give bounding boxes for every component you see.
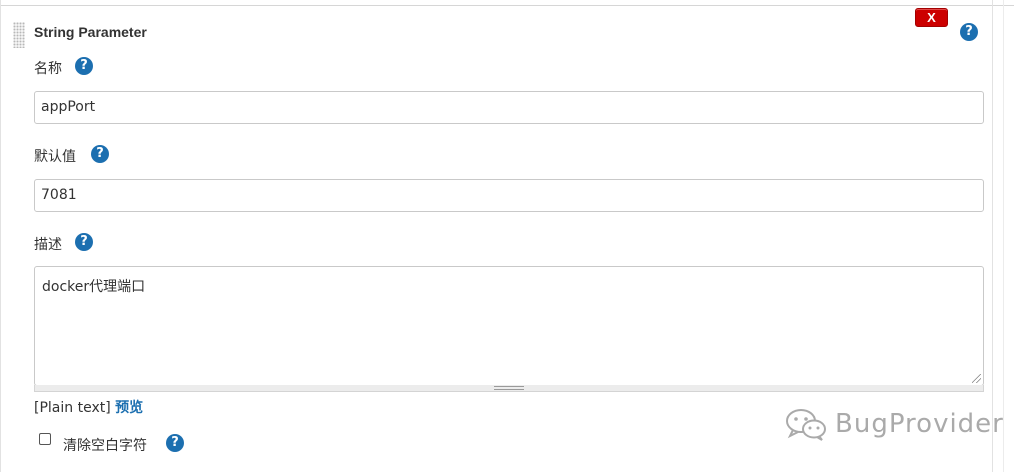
preview-link[interactable]: 预览: [115, 400, 143, 416]
trim-checkbox[interactable]: [39, 433, 51, 445]
description-help-icon[interactable]: ?: [75, 233, 93, 251]
description-label: 描述: [34, 237, 62, 253]
description-text: docker代理端口: [42, 279, 146, 295]
default-value-label: 默认值: [34, 149, 76, 165]
trim-help-icon[interactable]: ?: [166, 434, 184, 452]
default-value-help-icon[interactable]: ?: [91, 145, 109, 163]
page-border-right: [1003, 0, 1004, 472]
name-label: 名称: [34, 61, 62, 77]
watermark: BugProvider: [785, 406, 1004, 442]
format-indicator: [Plain text] 预览: [34, 397, 143, 417]
name-help-icon[interactable]: ?: [75, 57, 93, 75]
section-title: String Parameter: [34, 24, 147, 40]
trim-label: 清除空白字符: [63, 438, 147, 454]
resize-corner-icon[interactable]: [972, 374, 981, 383]
format-mode: [Plain text]: [34, 400, 111, 416]
watermark-text: BugProvider: [835, 409, 1004, 439]
grip-lines-icon: [494, 386, 524, 390]
wechat-logo-icon: [786, 409, 826, 441]
textarea-resize-grip[interactable]: [34, 385, 984, 392]
previous-panel-edge: [0, 0, 1014, 6]
panel-border-right: [992, 0, 993, 472]
drag-handle-icon[interactable]: [13, 22, 25, 48]
default-value-input[interactable]: 7081: [34, 179, 984, 212]
name-input[interactable]: appPort: [34, 91, 984, 124]
panel-border-left: [0, 0, 1, 472]
delete-parameter-button[interactable]: X: [915, 8, 948, 27]
help-icon[interactable]: ?: [960, 23, 978, 41]
description-textarea[interactable]: docker代理端口: [34, 266, 984, 386]
